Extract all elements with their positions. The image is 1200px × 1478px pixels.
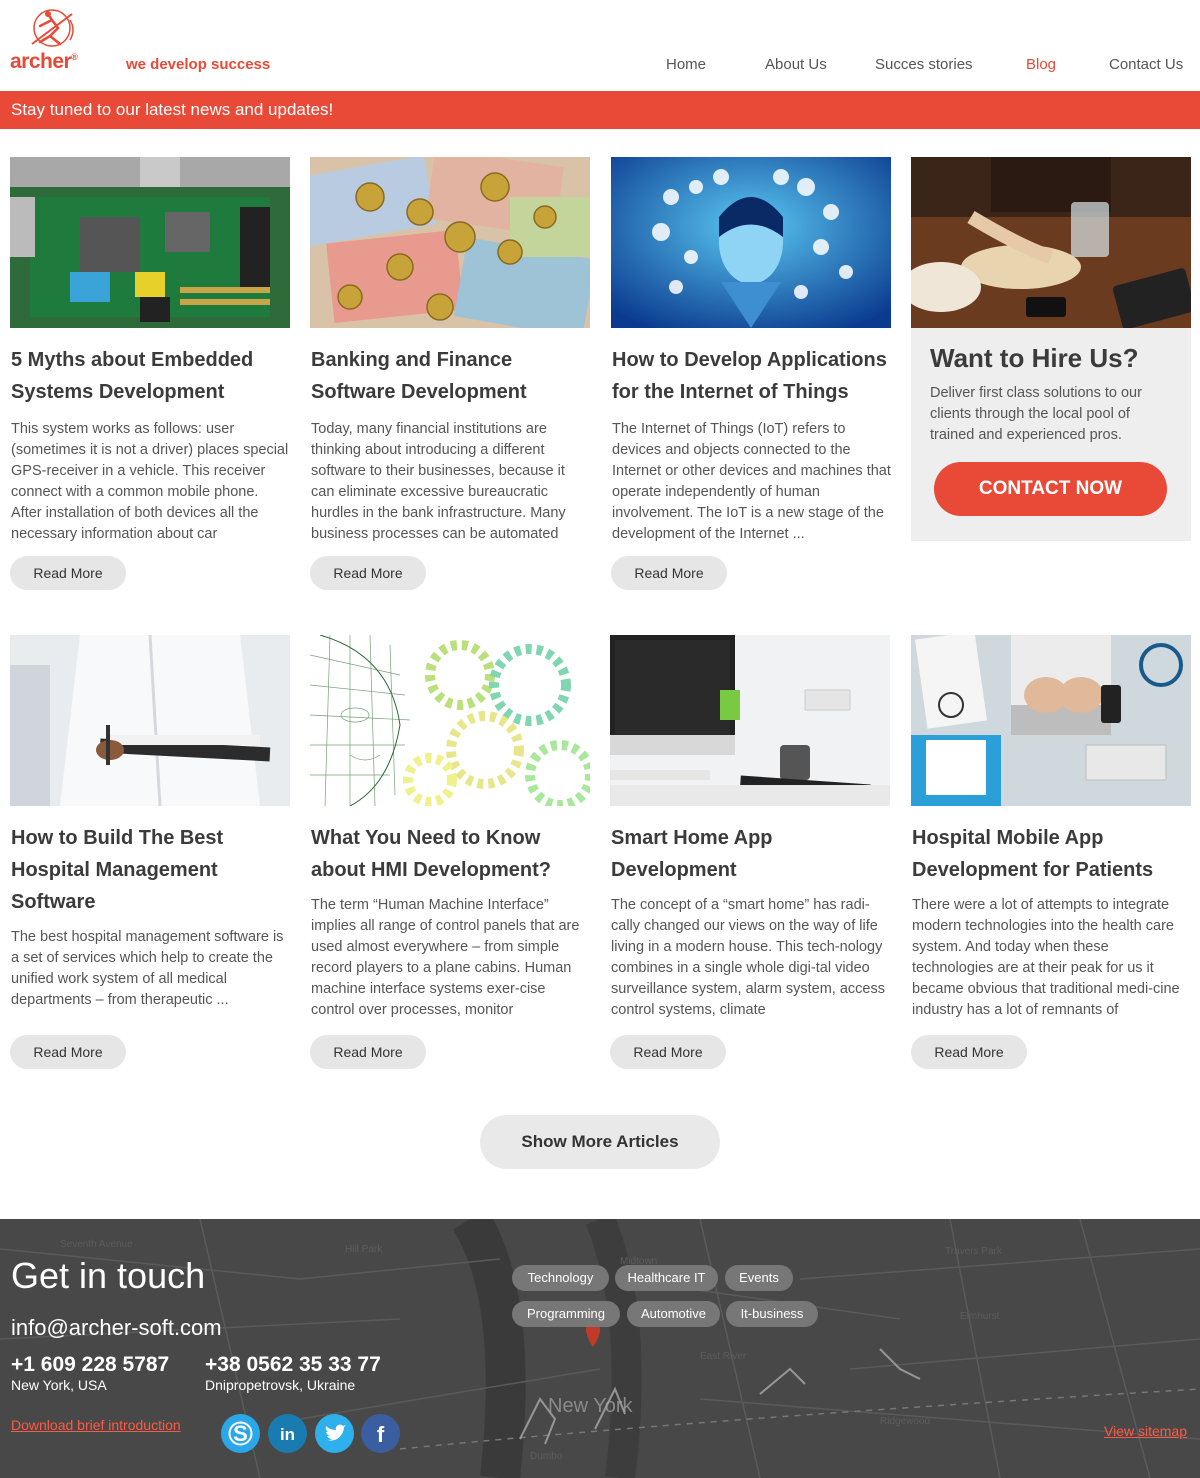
tag-it-business[interactable]: It-business [726, 1301, 818, 1327]
svg-text:Ridgewood: Ridgewood [880, 1416, 930, 1427]
nav-about-us[interactable]: About Us [765, 56, 827, 73]
article-image-smart-home[interactable] [610, 635, 890, 806]
city-ukraine: Dnipropetrovsk, Ukraine [205, 1377, 356, 1393]
tag-events[interactable]: Events [725, 1265, 793, 1291]
article-image-hospital-app[interactable] [911, 635, 1191, 806]
svg-text:Seventh Avenue: Seventh Avenue [60, 1239, 133, 1250]
article-excerpt: There were a lot of attempts to integrat… [912, 897, 1180, 1018]
svg-text:Dumbo: Dumbo [530, 1451, 563, 1462]
news-banner: Stay tuned to our latest news and update… [0, 91, 1200, 129]
article-excerpt: The best hospital management software is… [11, 929, 284, 1008]
read-more-button[interactable]: Read More [10, 556, 126, 590]
logo-wordmark: archer® [10, 50, 78, 74]
hire-title: Want to Hire Us? [930, 343, 1139, 373]
view-sitemap-link[interactable]: View sitemap [1104, 1423, 1187, 1439]
nav-home[interactable]: Home [666, 56, 706, 73]
site-header: archer® we develop success Home About Us… [0, 0, 1200, 91]
article-title[interactable]: How to Develop Applications for the Inte… [612, 344, 894, 408]
medical-desk-icon [911, 635, 1191, 806]
contact-email[interactable]: info@archer-soft.com [11, 1315, 222, 1341]
article-title[interactable]: What You Need to Know about HMI Developm… [311, 822, 593, 886]
article-image-doctor[interactable] [10, 635, 290, 806]
hire-image [911, 157, 1191, 328]
map-city-label: New York [548, 1395, 633, 1417]
svg-text:East River: East River [700, 1351, 747, 1362]
logo-text: archer [10, 50, 72, 73]
article-title[interactable]: 5 Myths about Embedded Systems Developme… [11, 344, 293, 408]
doctor-icon [10, 635, 290, 806]
meeting-photo-icon [911, 157, 1191, 328]
phone-usa[interactable]: +1 609 228 5787 [11, 1353, 169, 1377]
money-icon [310, 157, 590, 328]
svg-text:Hill Park: Hill Park [345, 1244, 383, 1255]
phone-ukraine[interactable]: +38 0562 35 33 77 [205, 1353, 381, 1377]
read-more-button[interactable]: Read More [310, 556, 426, 590]
read-more-button[interactable]: Read More [610, 1035, 726, 1069]
tag-programming[interactable]: Programming [512, 1301, 620, 1327]
article-image-embedded-board[interactable] [10, 157, 290, 328]
article-excerpt: The term “Human Machine Interface” impli… [311, 897, 580, 1018]
read-more-button[interactable]: Read More [911, 1035, 1027, 1069]
site-footer: Seventh Avenue Hill Park Midtown Travers P… [0, 1219, 1200, 1478]
get-in-touch-heading: Get in touch [11, 1255, 206, 1296]
article-title[interactable]: How to Build The Best Hospital Managemen… [11, 822, 293, 918]
contact-now-button[interactable]: CONTACT NOW [934, 462, 1167, 516]
banner-text: Stay tuned to our latest news and update… [11, 100, 334, 119]
facebook-icon[interactable]: f [361, 1414, 400, 1453]
article-image-hmi[interactable] [310, 635, 590, 806]
article-title[interactable]: Banking and Finance Software Development [311, 344, 593, 408]
twitter-icon[interactable] [315, 1414, 354, 1453]
wireframe-face-gears-icon [310, 635, 590, 806]
tag-technology[interactable]: Technology [512, 1265, 609, 1291]
article-image-money[interactable] [310, 157, 590, 328]
logo-registered: ® [71, 52, 78, 62]
article-image-iot[interactable] [611, 157, 891, 328]
desk-computer-icon [610, 635, 890, 806]
download-brief-link[interactable]: Download brief introduction [11, 1417, 181, 1433]
article-excerpt: Today, many financial institutions are t… [311, 421, 566, 542]
tag-healthcare-it[interactable]: Healthcare IT [615, 1265, 718, 1291]
linkedin-icon[interactable]: in [268, 1414, 307, 1453]
tag-automotive[interactable]: Automotive [627, 1301, 720, 1327]
read-more-button[interactable]: Read More [310, 1035, 426, 1069]
read-more-button[interactable]: Read More [611, 556, 727, 590]
article-excerpt: This system works as follows: user (some… [11, 421, 289, 542]
city-usa: New York, USA [11, 1377, 107, 1393]
hire-text: Deliver first class solutions to our cli… [930, 385, 1142, 443]
svg-text:Elmhurst: Elmhurst [960, 1311, 1000, 1322]
svg-text:in: in [280, 1425, 295, 1444]
article-excerpt: The Internet of Things (IoT) refers to d… [612, 421, 891, 542]
nav-contact-us[interactable]: Contact Us [1109, 56, 1183, 73]
archer-logo-icon [31, 9, 74, 47]
article-excerpt: The concept of a “smart home” has radi-c… [611, 897, 885, 1018]
show-more-articles-button[interactable]: Show More Articles [480, 1115, 720, 1169]
svg-text:Travers Park: Travers Park [945, 1246, 1003, 1257]
read-more-button[interactable]: Read More [10, 1035, 126, 1069]
nav-blog[interactable]: Blog [1026, 56, 1056, 73]
svg-text:f: f [377, 1422, 385, 1447]
circuit-board-icon [10, 157, 290, 328]
nav-success-stories[interactable]: Succes stories [875, 56, 973, 73]
skype-icon[interactable]: S [221, 1414, 260, 1453]
article-title[interactable]: Hospital Mobile App Development for Pati… [912, 822, 1194, 886]
article-title[interactable]: Smart Home App Development [611, 822, 893, 886]
tagline: we develop success [126, 56, 271, 73]
hire-us-box: Want to Hire Us? Deliver first class sol… [911, 157, 1191, 541]
iot-icon [611, 157, 891, 328]
